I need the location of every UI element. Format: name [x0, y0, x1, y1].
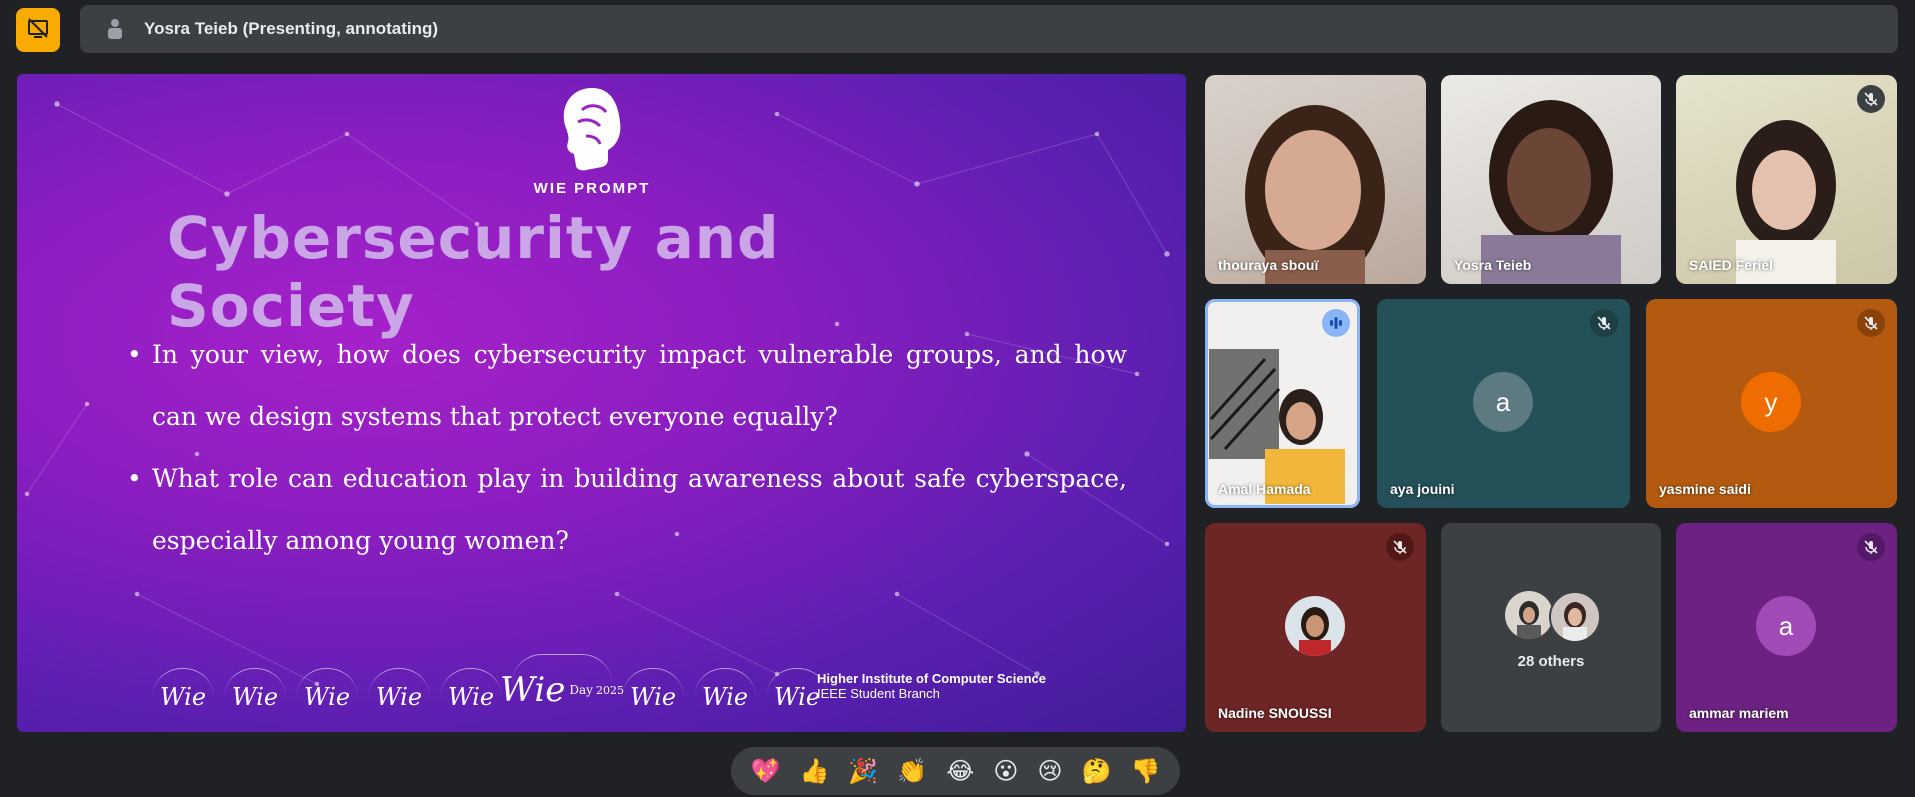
wie-prompt-logo: WIE PROMPT	[517, 80, 667, 197]
slide-bullet: What role can education play in building…	[127, 448, 1127, 572]
participant-tile[interactable]: Amal Hamada	[1205, 299, 1360, 508]
participant-tile[interactable]: y yasmine saidi	[1646, 299, 1897, 508]
thinking-reaction-button[interactable]: 🤔	[1082, 759, 1112, 783]
stop-presenting-icon	[26, 16, 50, 45]
participant-video	[1481, 100, 1621, 284]
stop-presenting-button[interactable]	[16, 8, 60, 52]
sponsor-logo: Wie	[224, 668, 286, 725]
presenter-label: Yosra Teieb (Presenting, annotating)	[144, 19, 439, 38]
wie-day-year: 2025	[595, 683, 624, 697]
surprised-reaction-button[interactable]: 😮	[993, 759, 1018, 783]
wie-day-logo: Wie Day 2025	[500, 654, 624, 725]
muted-indicator	[1590, 309, 1618, 337]
participant-tile[interactable]: thouraya sbouï	[1205, 75, 1426, 284]
muted-indicator	[1857, 309, 1885, 337]
party-reaction-button[interactable]: 🎉	[848, 759, 878, 783]
mic-off-icon	[1864, 92, 1878, 106]
participant-tile[interactable]: a ammar mariem	[1676, 523, 1897, 732]
laugh-reaction-button[interactable]: 😂	[946, 759, 974, 783]
thumbs-up-reaction-button[interactable]: 👍	[799, 759, 829, 783]
participant-avatar: a	[1756, 596, 1816, 656]
participant-tile[interactable]: SAIED Feriel	[1676, 75, 1897, 284]
sponsor-logo: Wie	[622, 668, 684, 725]
participant-tile[interactable]: Nadine SNOUSSI	[1205, 523, 1426, 732]
speaking-indicator	[1322, 309, 1350, 337]
participant-avatar	[1285, 596, 1345, 656]
sponsor-logo: Wie	[440, 668, 502, 725]
sponsor-logo: Wie	[296, 668, 358, 725]
heart-reaction-button[interactable]: 💖	[751, 759, 781, 783]
woman-profile-logo-icon	[563, 88, 621, 171]
mic-off-icon	[1864, 540, 1878, 554]
avatar-photo	[1299, 607, 1331, 656]
shared-slide: WIE PROMPT Cybersecurity and Society In …	[17, 74, 1186, 732]
presenter-avatar	[104, 18, 126, 40]
others-count: 28 others	[1517, 653, 1585, 670]
institution-block: Higher Institute of Computer Science IEE…	[817, 671, 1046, 701]
participant-tile[interactable]: Yosra Teieb	[1441, 75, 1661, 284]
avatar-photo	[1517, 601, 1541, 639]
logo-caption: WIE PROMPT	[533, 180, 651, 197]
wie-day-label: Day	[569, 683, 593, 697]
others-tile[interactable]: 28 others	[1441, 523, 1661, 732]
mic-off-icon	[1597, 316, 1611, 330]
muted-indicator	[1857, 533, 1885, 561]
sad-reaction-button[interactable]: 😢	[1037, 759, 1062, 783]
thumbs-down-reaction-button[interactable]: 👎	[1130, 759, 1160, 783]
slide-title: Cybersecurity and Society	[167, 204, 780, 340]
participant-name: aya jouini	[1390, 481, 1455, 497]
others-avatar	[1549, 591, 1601, 643]
participant-name: Nadine SNOUSSI	[1218, 705, 1332, 721]
others-avatar	[1505, 591, 1553, 639]
slide-bullet: In your view, how does cybersecurity imp…	[127, 324, 1127, 448]
institution-subtitle: IEEE Student Branch	[817, 686, 940, 701]
muted-indicator	[1857, 85, 1885, 113]
sponsor-logo: Wie	[368, 668, 430, 725]
participant-name: Yosra Teieb	[1454, 257, 1532, 273]
participant-name: Amal Hamada	[1218, 481, 1311, 497]
participant-avatar: a	[1473, 372, 1533, 432]
avatar-photo	[1563, 602, 1587, 641]
muted-indicator	[1386, 533, 1414, 561]
sponsor-logos: Wie Wie Wie Wie Wie Wie Day 2025 Wie Wie…	[152, 654, 828, 725]
participant-name: ammar mariem	[1689, 705, 1789, 721]
wie-day-logo-text: Wie	[500, 670, 566, 710]
participant-avatar: y	[1741, 372, 1801, 432]
participant-name: SAIED Feriel	[1689, 257, 1774, 273]
mic-off-icon	[1864, 316, 1878, 330]
sponsor-logo: Wie	[694, 668, 756, 725]
participant-video	[1245, 105, 1385, 284]
mic-off-icon	[1393, 540, 1407, 554]
sponsor-logo: Wie	[152, 668, 214, 725]
participant-name: yasmine saidi	[1659, 481, 1751, 497]
participant-tile[interactable]: a aya jouini	[1377, 299, 1630, 508]
participant-name: thouraya sbouï	[1218, 257, 1319, 273]
slide-bullets: In your view, how does cybersecurity imp…	[127, 324, 1127, 572]
reaction-bar: 💖 👍 🎉 👏 😂 😮 😢 🤔 👎	[731, 747, 1180, 795]
institution-name: Higher Institute of Computer Science	[817, 671, 1046, 686]
audio-wave-icon	[1330, 317, 1342, 329]
clap-reaction-button[interactable]: 👏	[897, 759, 927, 783]
presenter-bar: Yosra Teieb (Presenting, annotating)	[80, 5, 1898, 53]
